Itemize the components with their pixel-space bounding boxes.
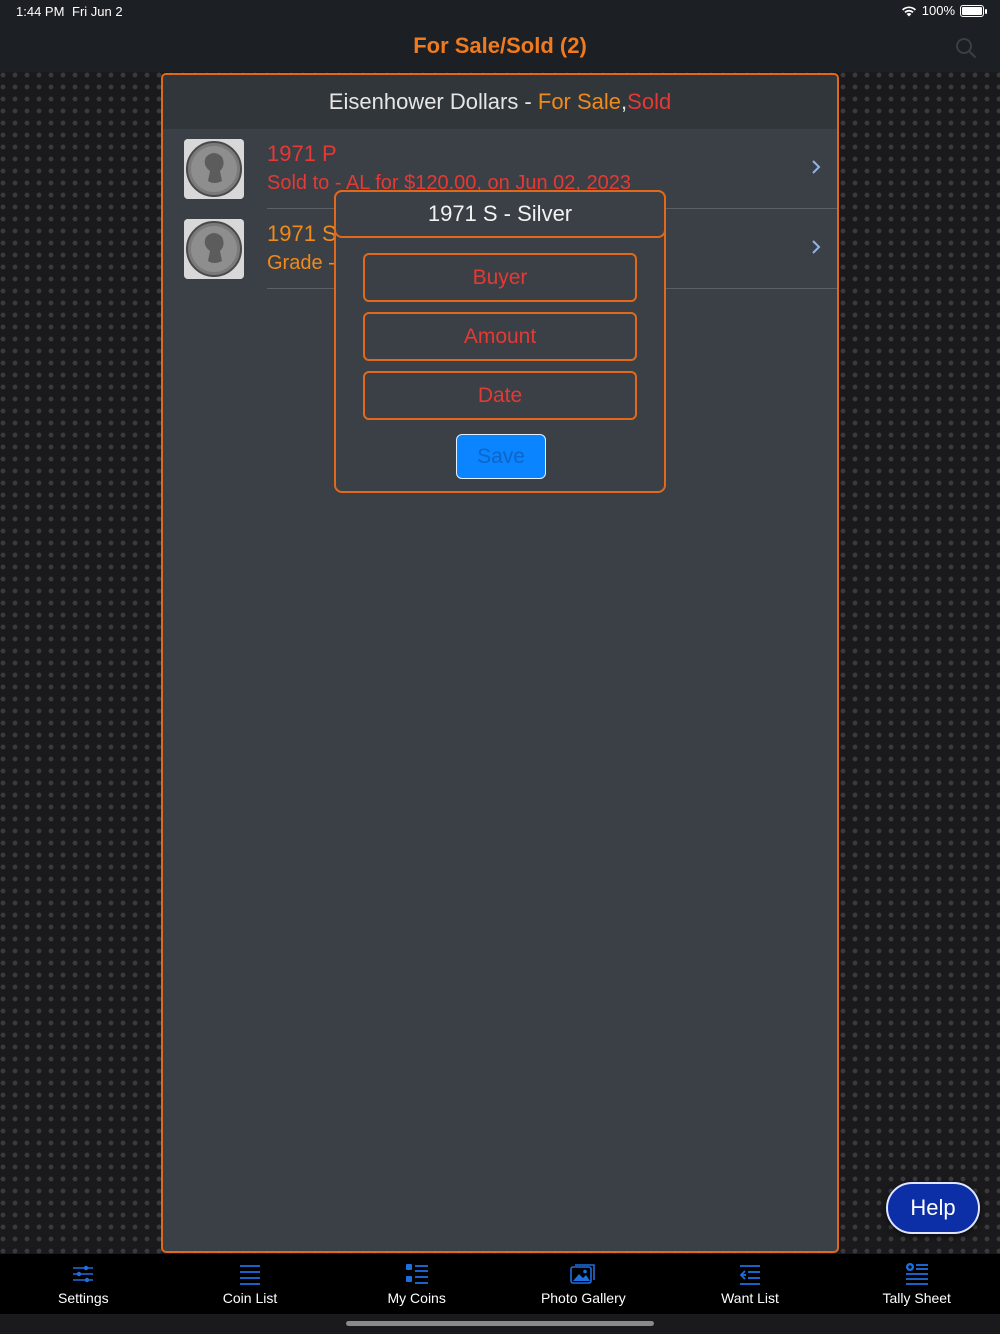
tab-label: Tally Sheet [882, 1290, 951, 1306]
coin-subtitle: Grade - [267, 252, 335, 274]
tab-label: Want List [721, 1290, 779, 1306]
header-sold: Sold [627, 89, 672, 114]
battery-icon [960, 4, 987, 17]
navigation-bar: For Sale/Sold (2) [0, 24, 1000, 72]
status-indicators: 100% [901, 3, 987, 18]
photo-gallery-icon [570, 1264, 596, 1284]
status-time: 1:44 PM [16, 4, 65, 19]
search-icon[interactable] [954, 36, 978, 60]
coin-title: 1971 S [267, 221, 337, 246]
tab-coin-list[interactable]: Coin List [167, 1254, 334, 1314]
status-bar: 1:44 PM Fri Jun 2 100% [0, 0, 1000, 24]
want-list-icon [739, 1265, 761, 1285]
tab-tally-sheet[interactable]: Tally Sheet [833, 1254, 1000, 1314]
tab-settings[interactable]: Settings [0, 1254, 167, 1314]
save-button[interactable]: Save [456, 434, 546, 479]
panel-header: Eisenhower Dollars - For Sale,Sold [163, 75, 837, 129]
amount-button[interactable]: Amount [363, 312, 637, 361]
tab-label: Photo Gallery [540, 1290, 626, 1306]
bulleted-list-icon [405, 1264, 428, 1284]
chevron-right-icon [812, 160, 821, 174]
wifi-icon [901, 5, 916, 16]
coin-title: 1971 P [267, 141, 337, 166]
tab-label: Settings [58, 1290, 109, 1306]
header-for-sale: For Sale [537, 89, 622, 114]
sale-details-dialog: 1971 S - Silver Buyer Amount Date Save [334, 190, 666, 493]
tally-sheet-icon [905, 1263, 928, 1285]
buyer-button[interactable]: Buyer [363, 253, 637, 302]
list-icon [240, 1265, 260, 1285]
date-button[interactable]: Date [363, 371, 637, 420]
dialog-title: 1971 S - Silver [334, 190, 666, 238]
status-date: Fri Jun 2 [72, 4, 123, 19]
coin-thumbnail [184, 139, 244, 199]
help-button[interactable]: Help [886, 1182, 980, 1234]
home-indicator[interactable] [346, 1321, 654, 1326]
tab-my-coins[interactable]: My Coins [333, 1254, 500, 1314]
battery-percent: 100% [921, 3, 955, 18]
coin-thumbnail [184, 219, 244, 279]
sliders-icon [73, 1265, 94, 1283]
header-series: Eisenhower Dollars - [328, 89, 538, 114]
tab-want-list[interactable]: Want List [667, 1254, 834, 1314]
tab-bar: Settings Coin List My Coins Photo Galler… [0, 1254, 1000, 1314]
coin-image-icon [184, 139, 244, 199]
tab-label: My Coins [387, 1290, 446, 1306]
chevron-right-icon [812, 240, 821, 254]
tab-label: Coin List [222, 1290, 278, 1306]
tab-photo-gallery[interactable]: Photo Gallery [500, 1254, 667, 1314]
coin-image-icon [184, 219, 244, 279]
page-title: For Sale/Sold (2) [413, 33, 587, 58]
